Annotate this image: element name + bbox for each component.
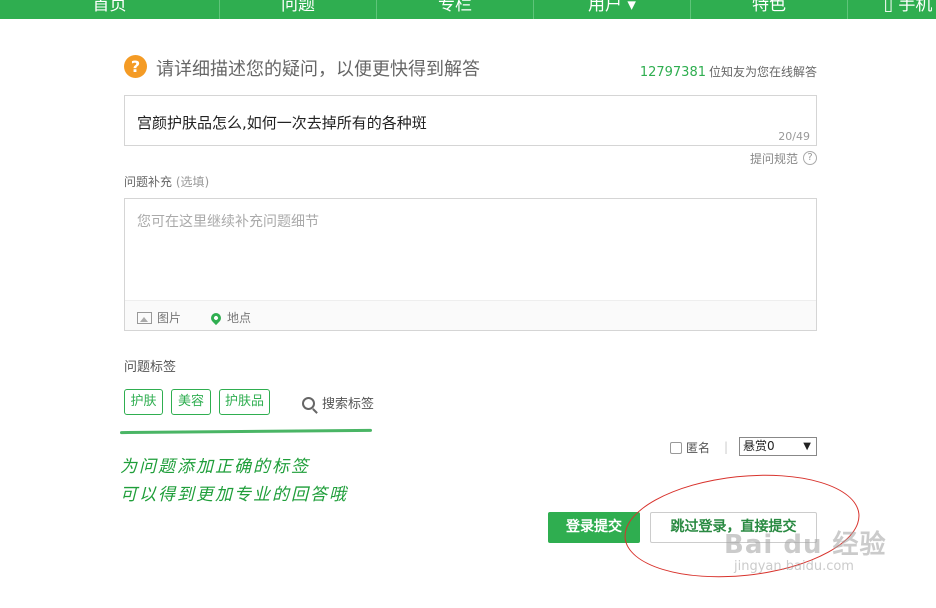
rules-help-icon[interactable]: ? — [803, 151, 817, 165]
ask-prompt: 请详细描述您的疑问，以便更快得到解答 — [156, 59, 480, 80]
anonymous-checkbox[interactable]: 匿名 — [670, 439, 710, 456]
online-helpers-info: 12797381 位知友为您在线解答 — [640, 63, 817, 80]
insert-location-button[interactable]: 地点 — [208, 309, 252, 326]
question-mark-icon: ? — [124, 55, 147, 78]
question-title-value: 宫颜护肤品怎么,如何一次去掉所有的各种斑 — [137, 114, 427, 132]
image-icon — [137, 312, 152, 324]
search-tags-label: 搜索标签 — [322, 397, 375, 412]
nav-home[interactable]: 首页 — [0, 0, 220, 19]
supplement-label-text: 问题补充 — [124, 175, 173, 189]
nav-questions[interactable]: 问题 — [220, 0, 377, 19]
question-title-input[interactable]: 宫颜护肤品怎么,如何一次去掉所有的各种斑 20/49 — [124, 95, 817, 146]
reward-select[interactable]: 悬赏0 ▼ — [739, 437, 817, 456]
supplement-placeholder: 您可在这里继续补充问题细节 — [137, 214, 319, 230]
online-text: 位知友为您在线解答 — [708, 65, 817, 79]
nav-home-label: 首页 — [92, 0, 127, 15]
search-icon — [302, 397, 315, 410]
location-pin-icon — [208, 310, 224, 326]
ask-header: ? 请详细描述您的疑问，以便更快得到解答 12797381 位知友为您在线解答 — [124, 54, 817, 80]
tag-chip[interactable]: 护肤 — [124, 389, 163, 415]
insert-image-button[interactable]: 图片 — [137, 309, 181, 326]
tag-chip[interactable]: 美容 — [171, 389, 211, 415]
tag-chip[interactable]: 护肤品 — [219, 389, 270, 415]
watermark-url: jingyan.baidu.com — [734, 559, 854, 574]
tags-label: 问题标签 — [124, 360, 177, 375]
watermark-logo: Bai du 经验 — [724, 530, 887, 560]
annotation-line-1: 为问题添加正确的标签 — [120, 457, 310, 477]
baidu-watermark: Bai du 经验 jingyan.baidu.com — [724, 524, 887, 574]
nav-columns[interactable]: 专栏 — [377, 0, 534, 19]
nav-features[interactable]: 特色 — [691, 0, 848, 19]
annotation-underline — [119, 428, 373, 435]
checkbox-box[interactable] — [670, 442, 682, 454]
options-separator: | — [724, 440, 729, 454]
supplement-label: 问题补充 (选填) — [124, 173, 209, 190]
online-count: 12797381 — [639, 65, 706, 80]
supplement-textarea[interactable]: 您可在这里继续补充问题细节 图片 地点 — [124, 198, 817, 331]
annotation-line-2: 可以得到更加专业的回答哦 — [120, 485, 348, 505]
nav-users[interactable]: 用户 ▾ — [534, 0, 691, 19]
search-tags-button[interactable]: 搜索标签 — [302, 393, 374, 412]
question-rules-link[interactable]: 提问规范 — [750, 150, 798, 167]
nav-mobile[interactable]: ▯ 手机 — [848, 0, 936, 19]
supplement-optional: (选填) — [175, 175, 210, 189]
supplement-toolbar: 图片 地点 — [125, 300, 816, 330]
nav-columns-label: 专栏 — [438, 0, 472, 15]
nav-users-label: 用户 ▾ — [588, 0, 636, 15]
chevron-down-icon: ▼ — [803, 441, 811, 452]
nav-questions-label: 问题 — [281, 0, 315, 15]
title-char-counter: 20/49 — [778, 130, 810, 143]
nav-mobile-label: ▯ 手机 — [883, 0, 933, 15]
anonymous-label: 匿名 — [686, 441, 711, 455]
insert-location-label: 地点 — [227, 311, 252, 325]
nav-features-label: 特色 — [752, 0, 786, 15]
reward-value: 悬赏0 — [743, 439, 775, 453]
insert-image-label: 图片 — [157, 311, 182, 325]
top-navigation: 首页 问题 专栏 用户 ▾ 特色 ▯ 手机 — [0, 0, 936, 19]
